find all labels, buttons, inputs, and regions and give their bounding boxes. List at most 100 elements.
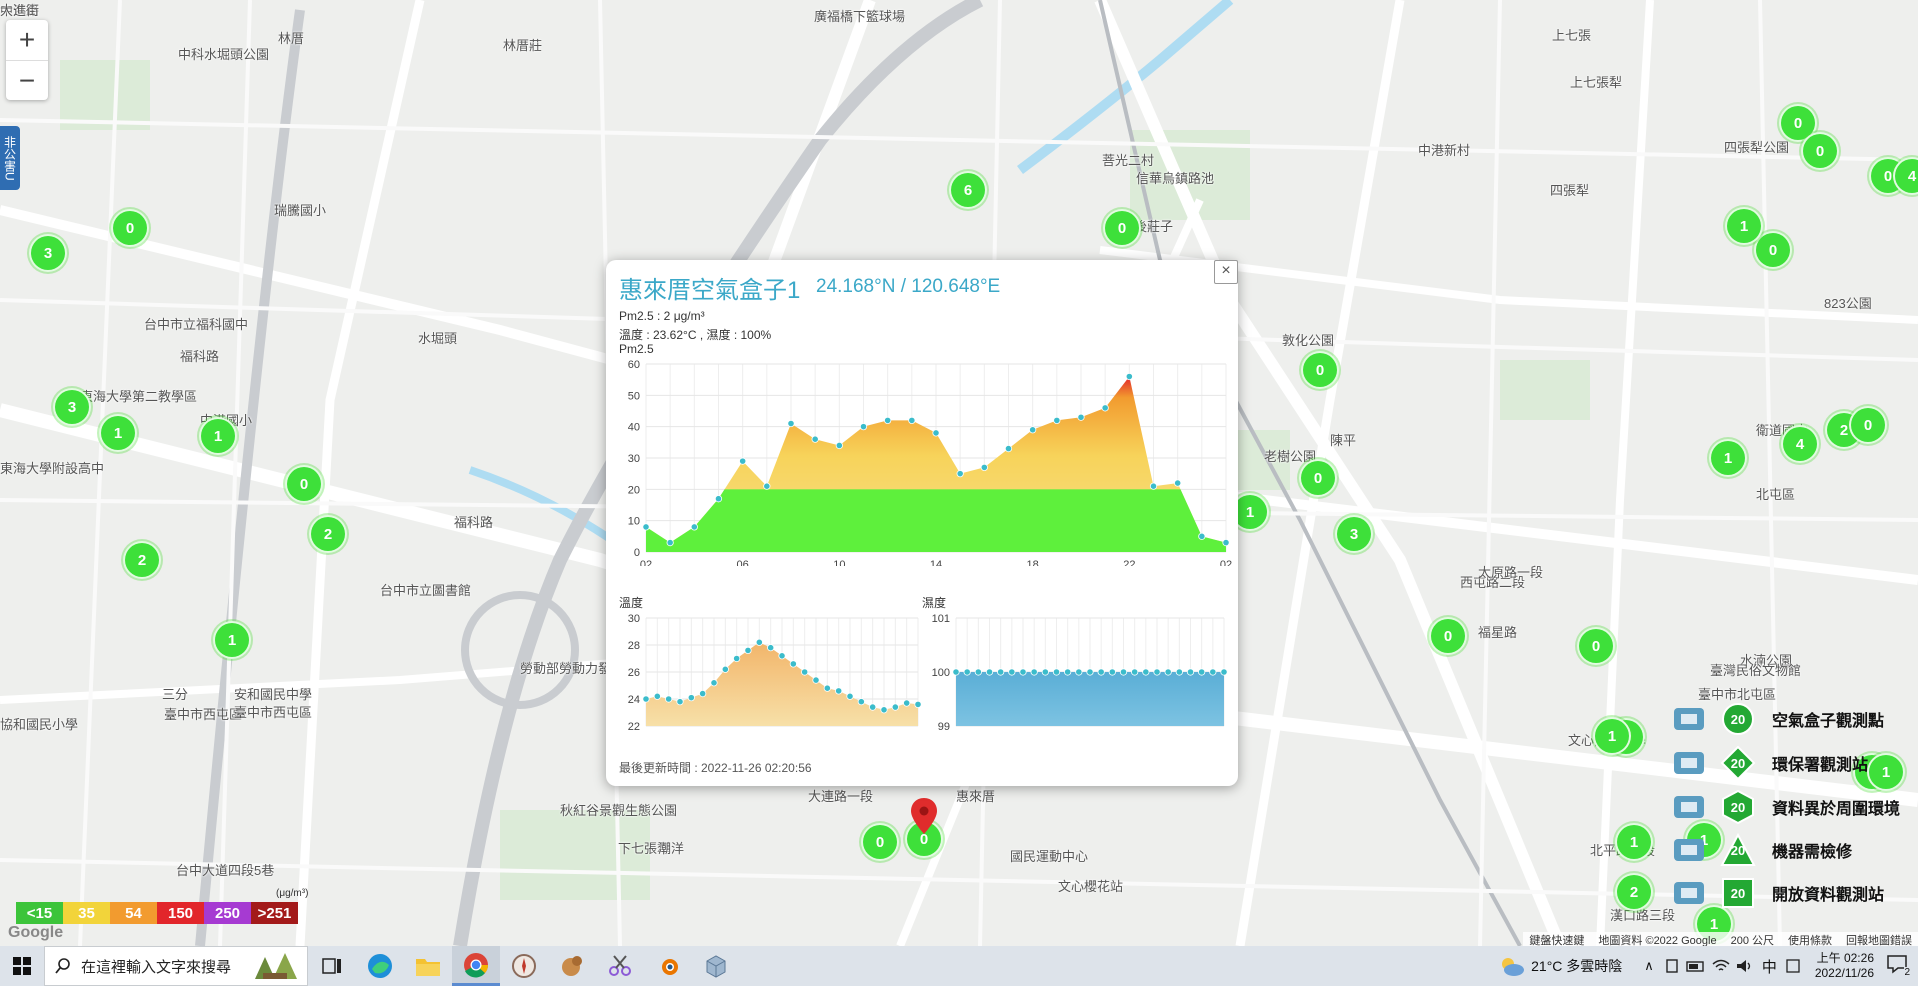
data-point[interactable] — [1008, 668, 1016, 676]
station-cluster[interactable]: 0 — [1301, 351, 1339, 389]
station-cluster[interactable]: 3 — [1335, 515, 1373, 553]
station-cluster[interactable]: 0 — [1849, 406, 1887, 444]
map-footer-item[interactable]: 鍵盤快速鍵 — [1529, 932, 1584, 946]
data-point[interactable] — [1175, 668, 1183, 676]
data-point[interactable] — [676, 698, 684, 706]
data-point[interactable] — [1029, 426, 1037, 434]
data-point[interactable] — [1064, 668, 1072, 676]
ime-mode-icon[interactable] — [1785, 958, 1801, 974]
data-point[interactable] — [1101, 404, 1109, 412]
station-cluster[interactable]: 6 — [949, 171, 987, 209]
data-point[interactable] — [980, 463, 988, 472]
station-cluster[interactable]: 0 — [861, 823, 899, 861]
app-compass[interactable] — [500, 946, 548, 986]
station-cluster[interactable]: 0 — [1801, 132, 1839, 170]
data-point[interactable] — [952, 668, 960, 676]
data-point[interactable] — [666, 539, 674, 547]
data-point[interactable] — [956, 470, 964, 478]
data-point[interactable] — [811, 435, 819, 443]
zoom-in-button[interactable]: + — [6, 20, 48, 60]
data-point[interactable] — [1142, 668, 1150, 676]
station-cluster[interactable]: 3 — [53, 388, 91, 426]
close-icon[interactable]: × — [1214, 260, 1238, 284]
station-cluster[interactable]: 3 — [29, 234, 67, 272]
data-point[interactable] — [1004, 445, 1013, 453]
station-cluster[interactable]: 1 — [1725, 207, 1763, 245]
data-point[interactable] — [1077, 413, 1085, 421]
station-cluster[interactable]: 1 — [1867, 753, 1905, 791]
app-snipping[interactable] — [596, 946, 644, 986]
data-point[interactable] — [1153, 668, 1161, 676]
data-point[interactable] — [1125, 372, 1133, 381]
data-point[interactable] — [1209, 668, 1217, 676]
data-point[interactable] — [859, 423, 868, 431]
task-view-button[interactable] — [308, 946, 356, 986]
data-point[interactable] — [1149, 482, 1158, 490]
data-point[interactable] — [714, 495, 723, 503]
data-point[interactable] — [763, 482, 771, 490]
station-cluster[interactable]: 0 — [1577, 627, 1615, 665]
data-point[interactable] — [787, 419, 795, 428]
data-point[interactable] — [744, 646, 752, 655]
data-point[interactable] — [823, 684, 831, 692]
data-point[interactable] — [642, 523, 650, 531]
legend-item[interactable]: 20 開放資料觀測站 — [1672, 876, 1884, 910]
explorer-app[interactable] — [404, 946, 452, 986]
data-point[interactable] — [908, 416, 916, 425]
data-point[interactable] — [801, 668, 809, 676]
station-cluster[interactable]: 1 — [1709, 439, 1747, 477]
data-point[interactable] — [1019, 668, 1027, 676]
data-point[interactable] — [846, 692, 854, 700]
volume-icon[interactable] — [1736, 958, 1754, 974]
edge-app[interactable] — [356, 946, 404, 986]
station-cluster[interactable]: 2 — [309, 515, 347, 553]
map-footer-item[interactable]: 回報地圖錯誤 — [1846, 932, 1912, 946]
data-point[interactable] — [1097, 668, 1105, 676]
data-point[interactable] — [880, 706, 888, 714]
data-point[interactable] — [1131, 668, 1139, 676]
data-point[interactable] — [974, 668, 982, 676]
data-point[interactable] — [869, 703, 877, 711]
wifi-icon[interactable] — [1712, 958, 1730, 974]
station-cluster[interactable]: 0 — [285, 465, 323, 503]
data-point[interactable] — [1041, 668, 1049, 676]
station-cluster[interactable]: 1 — [213, 621, 251, 659]
tray-expand-icon[interactable]: ∧ — [1644, 958, 1654, 974]
data-point[interactable] — [665, 695, 673, 703]
clock[interactable]: 上午 02:26 2022/11/26 — [1815, 951, 1874, 981]
device-icon[interactable] — [1664, 958, 1680, 974]
data-point[interactable] — [1186, 668, 1195, 676]
station-cluster[interactable]: 1 — [1615, 823, 1653, 861]
data-point[interactable] — [835, 687, 843, 695]
data-point[interactable] — [789, 660, 797, 668]
chrome-app[interactable] — [452, 946, 500, 986]
station-cluster[interactable]: 2 — [1615, 873, 1653, 911]
data-point[interactable] — [997, 668, 1005, 676]
notification-button[interactable]: 2 — [1886, 954, 1910, 978]
data-point[interactable] — [767, 644, 775, 652]
data-point[interactable] — [710, 679, 718, 687]
data-point[interactable] — [963, 668, 971, 676]
legend-item[interactable]: 20 環保署觀測站 — [1672, 746, 1868, 780]
location-marker-icon[interactable] — [911, 798, 937, 838]
data-point[interactable] — [699, 690, 707, 698]
data-point[interactable] — [835, 441, 843, 450]
ime-indicator[interactable]: 中 — [1762, 956, 1777, 977]
app-squirrel[interactable] — [548, 946, 596, 986]
data-point[interactable] — [642, 695, 650, 703]
station-cluster[interactable]: 0 — [1299, 459, 1337, 497]
station-cluster[interactable]: 0 — [1429, 617, 1467, 655]
station-cluster[interactable]: 1 — [199, 417, 237, 455]
battery-icon[interactable] — [1686, 958, 1706, 974]
zoom-out-button[interactable]: − — [6, 60, 48, 101]
station-cluster[interactable]: 1 — [99, 414, 137, 452]
data-point[interactable] — [721, 665, 729, 673]
data-point[interactable] — [1052, 668, 1061, 676]
data-point[interactable] — [690, 523, 698, 531]
weather-text[interactable]: 21°C 多雲時陰 — [1531, 956, 1622, 976]
data-point[interactable] — [857, 698, 865, 706]
data-point[interactable] — [739, 457, 747, 465]
data-point[interactable] — [1164, 668, 1172, 676]
data-point[interactable] — [1086, 668, 1094, 676]
station-cluster[interactable]: 4 — [1781, 425, 1819, 463]
